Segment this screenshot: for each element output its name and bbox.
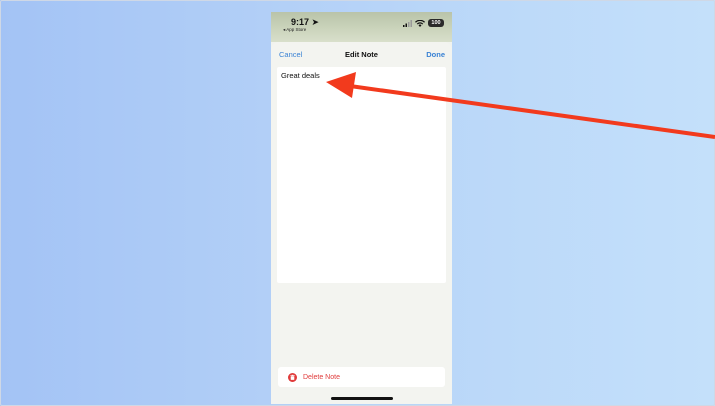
- annotation-arrow-head: [326, 72, 356, 98]
- annotation-arrow: [326, 72, 715, 139]
- annotation-arrow-shaft: [349, 84, 715, 139]
